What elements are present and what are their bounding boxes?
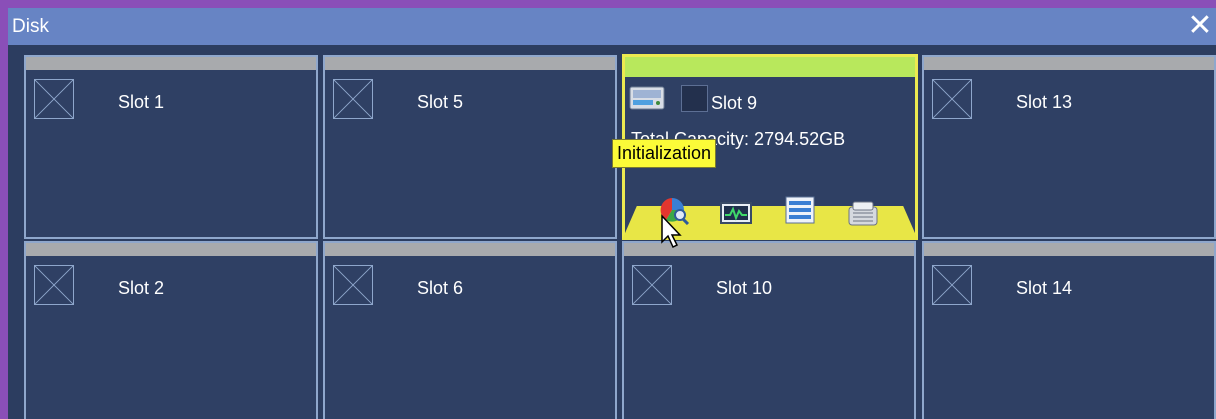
slot-card-6[interactable]: Slot 6: [323, 241, 617, 419]
slot-card-10[interactable]: Slot 10: [622, 241, 916, 419]
slot-label: Slot 13: [1016, 92, 1073, 112]
format-icon[interactable]: [847, 199, 879, 229]
empty-slot-icon: [632, 265, 672, 305]
slot-header-bar: [325, 57, 615, 70]
slot-label: Slot 14: [1016, 278, 1073, 298]
initialization-tooltip: Initialization: [612, 139, 717, 168]
empty-slot-icon: [333, 79, 373, 119]
slot-label: Slot 2: [118, 278, 165, 298]
slot-card-13[interactable]: Slot 13: [922, 55, 1216, 239]
slot-card-2[interactable]: Slot 2: [24, 241, 318, 419]
slot-card-1[interactable]: Slot 1: [24, 55, 318, 239]
info-list-icon[interactable]: [784, 195, 816, 225]
hard-disk-icon: [629, 81, 665, 111]
close-icon[interactable]: ✕: [1186, 9, 1214, 43]
slot-header-bar: [924, 57, 1214, 70]
slot-label: Slot 9: [711, 93, 758, 113]
slot-header-bar: [26, 243, 316, 256]
slot-grid: Slot 1 Slot 5 Slot 9 Total Capacity: 279…: [8, 45, 1216, 419]
slot-header-bar: [325, 243, 615, 256]
slot-label: Slot 5: [417, 92, 464, 112]
slot-label: Slot 10: [716, 278, 773, 298]
empty-slot-icon: [333, 265, 373, 305]
slot-header-bar: [625, 57, 915, 77]
slot-header-bar: [26, 57, 316, 70]
empty-slot-icon: [932, 265, 972, 305]
slot-label: Slot 1: [118, 92, 165, 112]
empty-slot-icon: [34, 79, 74, 119]
slot-header-bar: [924, 243, 1214, 256]
empty-slot-icon: [34, 265, 74, 305]
monitor-icon[interactable]: [720, 199, 752, 229]
empty-slot-icon: [932, 79, 972, 119]
mouse-cursor-icon: [660, 214, 684, 250]
slot-card-14[interactable]: Slot 14: [922, 241, 1216, 419]
slot-label: Slot 6: [417, 278, 464, 298]
slot-select-checkbox[interactable]: [681, 85, 708, 112]
title-bar: Disk ✕: [8, 8, 1216, 45]
disk-window: Disk ✕ Slot 1 Slot 5 Slot 9 Total Capaci…: [0, 0, 1216, 419]
slot-card-5[interactable]: Slot 5: [323, 55, 617, 239]
window-title: Disk: [12, 16, 49, 37]
